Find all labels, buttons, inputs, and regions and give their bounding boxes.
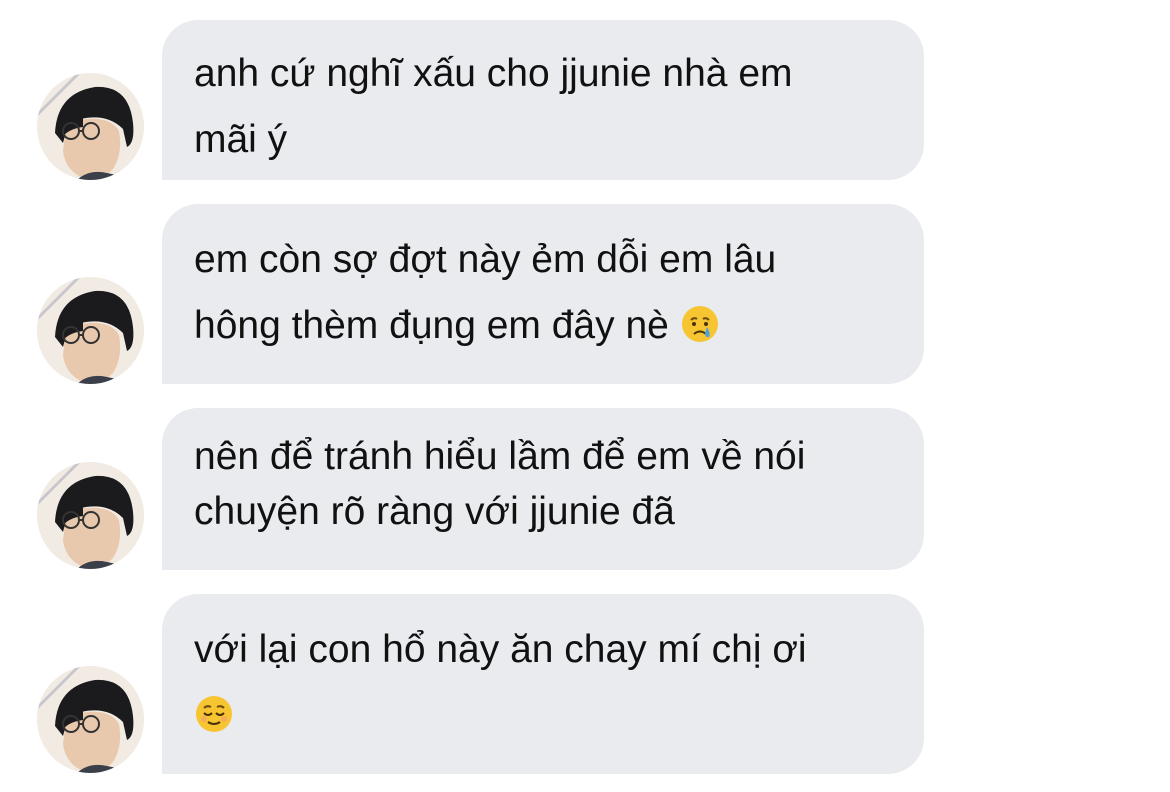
message-text-line xyxy=(194,683,894,749)
avatar-image xyxy=(37,73,144,180)
message-text-line: chuyện rõ ràng với jjunie đã xyxy=(194,490,675,533)
avatar-image xyxy=(37,462,144,569)
avatar[interactable] xyxy=(37,277,144,384)
message-bubble[interactable]: em còn sợ đợt này ẻm dỗi em lâu hông thè… xyxy=(162,204,924,384)
message-text: hông thèm đụng em đây nè xyxy=(194,304,669,347)
message-text-line: hông thèm đụng em đây nè xyxy=(194,293,894,359)
avatar[interactable] xyxy=(37,666,144,773)
message-bubble[interactable]: với lại con hổ này ăn chay mí chị ơi xyxy=(162,594,924,774)
message-text-line: nên để tránh hiểu lầm để em về nói xyxy=(194,435,806,478)
avatar[interactable] xyxy=(37,73,144,180)
message-text-line: với lại con hổ này ăn chay mí chị ơi xyxy=(194,628,807,671)
avatar[interactable] xyxy=(37,462,144,569)
crying-face-emoji-icon xyxy=(680,304,720,344)
avatar-image xyxy=(37,277,144,384)
message-text-line: mãi ý xyxy=(194,118,288,161)
message-bubble[interactable]: nên để tránh hiểu lầm để em về nói chuyệ… xyxy=(162,408,924,570)
message-text-line: em còn sợ đợt này ẻm dỗi em lâu xyxy=(194,238,777,281)
avatar-image xyxy=(37,666,144,773)
relieved-face-emoji-icon xyxy=(194,694,234,734)
message-text-line: anh cứ nghĩ xấu cho jjunie nhà em xyxy=(194,52,793,95)
message-bubble[interactable]: anh cứ nghĩ xấu cho jjunie nhà em mãi ý xyxy=(162,20,924,180)
